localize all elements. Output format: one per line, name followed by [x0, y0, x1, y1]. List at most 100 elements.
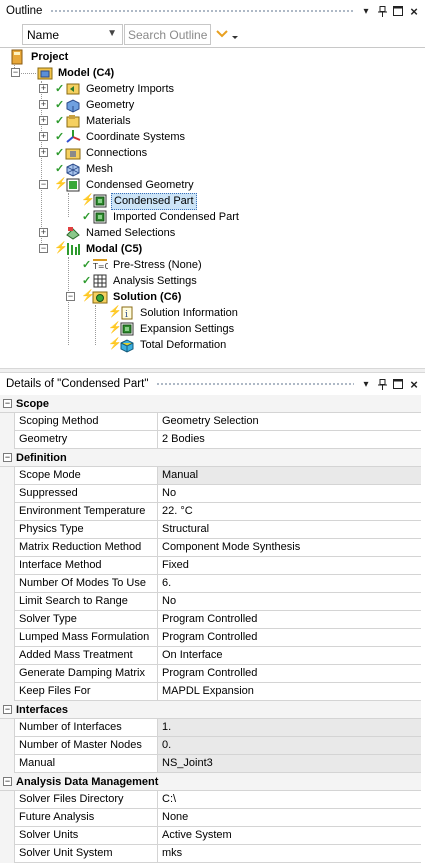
property-row[interactable]: Physics Type Structural — [0, 521, 421, 539]
collapse-icon[interactable]: − — [3, 777, 12, 786]
tree-node[interactable]: ⚡ Solution (C6) — [81, 289, 183, 305]
tree-node[interactable]: ⚡ Condensed Part — [81, 192, 197, 210]
property-row[interactable]: Number of Master Nodes 0. — [0, 737, 421, 755]
tree-node[interactable]: ✓ Connections — [55, 145, 149, 161]
maximize-icon[interactable] — [392, 378, 404, 391]
property-row[interactable]: Matrix Reduction Method Component Mode Sy… — [0, 539, 421, 557]
property-row[interactable]: Solver Units Active System — [0, 827, 421, 845]
sort-select[interactable]: Name ▼ — [22, 24, 123, 45]
tree-node[interactable]: Model (C4) — [37, 65, 116, 81]
property-value[interactable]: 0. — [158, 737, 421, 755]
tree-node-label: Pre-Stress (None) — [113, 258, 202, 271]
tree-node[interactable]: ✓ Coordinate Systems — [55, 129, 187, 145]
property-value[interactable]: 6. — [158, 575, 421, 593]
property-row[interactable]: Interface Method Fixed — [0, 557, 421, 575]
close-icon[interactable]: × — [408, 377, 420, 392]
property-value[interactable]: Active System — [158, 827, 421, 845]
property-value[interactable]: Manual — [158, 467, 421, 485]
tree-node[interactable]: ⚡ Condensed Geometry — [54, 177, 196, 193]
property-row[interactable]: Solver Files Directory C:\ — [0, 791, 421, 809]
property-row[interactable]: Number Of Modes To Use 6. — [0, 575, 421, 593]
property-value[interactable]: None — [158, 809, 421, 827]
property-row[interactable]: Scoping Method Geometry Selection — [0, 413, 421, 431]
tree-node[interactable]: Named Selections — [65, 225, 177, 241]
tree-node[interactable]: ✓ Geometry Imports — [55, 81, 176, 97]
property-row[interactable]: Suppressed No — [0, 485, 421, 503]
lightning-icon: ⚡ — [81, 194, 95, 206]
section-header[interactable]: − Interfaces — [0, 701, 421, 719]
collapse-icon[interactable]: − — [39, 244, 48, 253]
property-value[interactable]: Structural — [158, 521, 421, 539]
property-row[interactable]: Number of Interfaces 1. — [0, 719, 421, 737]
property-value[interactable]: Program Controlled — [158, 665, 421, 683]
property-row[interactable]: Scope Mode Manual — [0, 467, 421, 485]
property-row[interactable]: Solver Type Program Controlled — [0, 611, 421, 629]
pin-icon[interactable] — [376, 378, 388, 391]
dropdown-icon[interactable]: ▾ — [360, 378, 372, 391]
property-value[interactable]: NS_Joint3 — [158, 755, 421, 773]
collapse-icon[interactable]: − — [11, 68, 20, 77]
property-value[interactable]: Fixed — [158, 557, 421, 575]
tree-node[interactable]: ⚡ i Solution Information — [108, 305, 240, 321]
property-value[interactable]: mks — [158, 845, 421, 863]
row-gutter — [0, 485, 14, 503]
tree-node[interactable]: ⚡ Modal (C5) — [54, 241, 144, 257]
pin-icon[interactable] — [376, 5, 388, 18]
tree-node[interactable]: ✓ Imported Condensed Part — [82, 209, 241, 225]
search-input[interactable] — [124, 24, 211, 45]
property-value[interactable]: 2 Bodies — [158, 431, 421, 449]
tree-node[interactable]: ⚡ Expansion Settings — [108, 321, 236, 337]
collapse-icon[interactable]: − — [66, 292, 75, 301]
titlebar-grip[interactable] — [50, 8, 354, 14]
collapse-icon[interactable]: − — [39, 180, 48, 189]
tree-node[interactable]: ⚡ Total Deformation — [108, 337, 228, 353]
section-header[interactable]: − Definition — [0, 449, 421, 467]
tree-node[interactable]: ✓ Geometry — [55, 97, 136, 113]
expand-icon[interactable]: + — [39, 132, 48, 141]
property-value[interactable]: 1. — [158, 719, 421, 737]
property-value[interactable]: No — [158, 593, 421, 611]
property-row[interactable]: Added Mass Treatment On Interface — [0, 647, 421, 665]
expand-icon[interactable]: + — [39, 228, 48, 237]
section-header[interactable]: − Analysis Data Management — [0, 773, 421, 791]
maximize-icon[interactable] — [392, 5, 404, 18]
tree-node[interactable]: ✓ Materials — [55, 113, 133, 129]
filter-button[interactable] — [214, 25, 246, 45]
expand-icon[interactable]: + — [39, 116, 48, 125]
property-row[interactable]: Future Analysis None — [0, 809, 421, 827]
property-value[interactable]: No — [158, 485, 421, 503]
titlebar-grip[interactable] — [156, 381, 354, 387]
collapse-icon[interactable]: − — [3, 399, 12, 408]
property-value[interactable]: Component Mode Synthesis — [158, 539, 421, 557]
row-gutter — [0, 557, 14, 575]
close-icon[interactable]: × — [408, 4, 420, 19]
expand-icon[interactable]: + — [39, 100, 48, 109]
collapse-icon[interactable]: − — [3, 453, 12, 462]
property-row[interactable]: Manual NS_Joint3 — [0, 755, 421, 773]
property-value[interactable]: MAPDL Expansion — [158, 683, 421, 701]
property-row[interactable]: Limit Search to Range No — [0, 593, 421, 611]
property-value[interactable]: C:\ — [158, 791, 421, 809]
property-row[interactable]: Solver Unit System mks — [0, 845, 421, 863]
property-row[interactable]: Generate Damping Matrix Program Controlle… — [0, 665, 421, 683]
section-header[interactable]: − Scope — [0, 395, 421, 413]
property-value[interactable]: Geometry Selection — [158, 413, 421, 431]
property-value[interactable]: 22. °C — [158, 503, 421, 521]
collapse-icon[interactable]: − — [3, 705, 12, 714]
tree-node[interactable]: ✓ Mesh — [55, 161, 115, 177]
expand-icon[interactable]: + — [39, 148, 48, 157]
property-name: Interface Method — [14, 557, 158, 575]
property-value[interactable]: Program Controlled — [158, 611, 421, 629]
expand-icon[interactable]: + — [39, 84, 48, 93]
property-value[interactable]: On Interface — [158, 647, 421, 665]
property-row[interactable]: Lumped Mass Formulation Program Controlle… — [0, 629, 421, 647]
property-row[interactable]: Environment Temperature 22. °C — [0, 503, 421, 521]
tree-node[interactable]: ✓ Analysis Settings — [82, 273, 199, 289]
tree-node[interactable]: ✓ T=0 Pre-Stress (None) — [82, 257, 204, 273]
tree-sort-icon[interactable] — [4, 28, 16, 40]
tree-node[interactable]: Project — [10, 49, 70, 65]
property-row[interactable]: Geometry 2 Bodies — [0, 431, 421, 449]
property-value[interactable]: Program Controlled — [158, 629, 421, 647]
dropdown-icon[interactable]: ▾ — [360, 5, 372, 18]
property-row[interactable]: Keep Files For MAPDL Expansion — [0, 683, 421, 701]
